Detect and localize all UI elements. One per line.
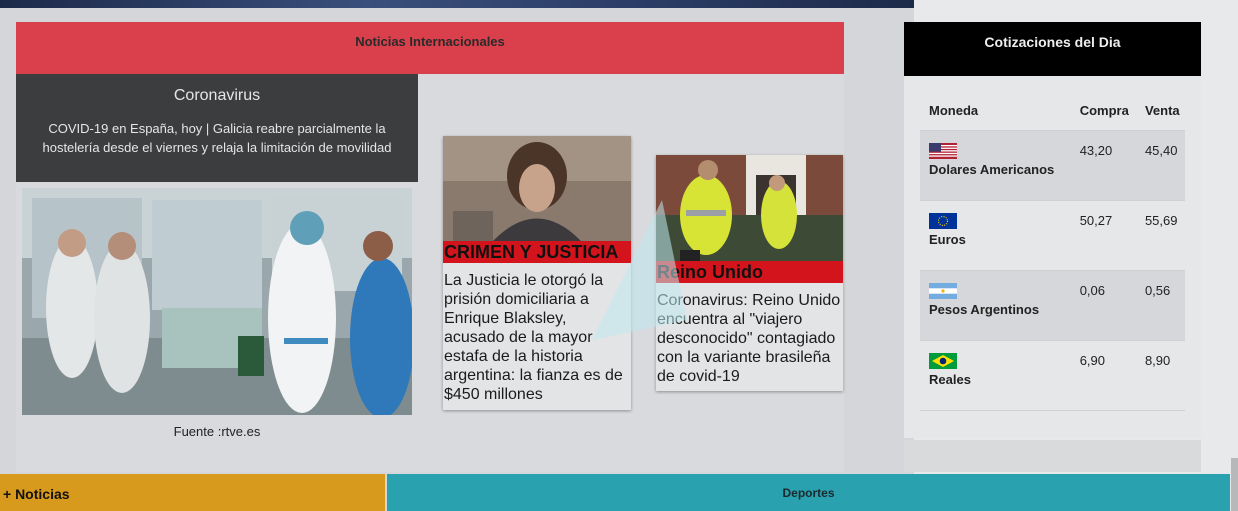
br-flag-icon xyxy=(929,352,957,369)
quotes-title: Cotizaciones del Dia xyxy=(984,34,1121,50)
buy-cell: 43,20 xyxy=(1070,130,1136,201)
sell-cell: 0,56 xyxy=(1135,270,1185,341)
quotes-table-header-row: Moneda Compra Venta xyxy=(920,92,1185,131)
buy-cell: 0,06 xyxy=(1070,270,1136,341)
currency-cell: Reales xyxy=(920,340,1071,411)
table-row: Pesos Argentinos 0,06 0,56 xyxy=(920,270,1185,341)
currency-cell: Pesos Argentinos xyxy=(920,270,1071,341)
quotes-header: Cotizaciones del Dia xyxy=(904,22,1201,76)
feature-article-image[interactable] xyxy=(22,188,412,415)
currency-name: Dolares Americanos xyxy=(929,161,1055,177)
column-header-currency: Moneda xyxy=(920,92,1071,131)
feature-source-label: Fuente :rtve.es xyxy=(173,424,261,439)
more-news-button[interactable]: + Noticias xyxy=(0,474,385,511)
header-banner-strip xyxy=(0,0,914,8)
currency-name: Euros xyxy=(929,231,966,247)
table-row: Euros 50,27 55,69 xyxy=(920,200,1185,271)
sports-button[interactable]: Deportes xyxy=(387,474,1230,511)
quotes-table: Moneda Compra Venta Dolares Americanos 4… xyxy=(920,92,1185,411)
scrollbar-thumb[interactable] xyxy=(1231,458,1238,511)
quotes-panel: Cotizaciones del Dia Moneda Compra Venta xyxy=(904,22,1201,438)
sell-cell: 55,69 xyxy=(1135,200,1185,271)
sell-cell: 45,40 xyxy=(1135,130,1185,201)
decorative-overlay xyxy=(592,200,687,340)
currency-name: Pesos Argentinos xyxy=(929,301,1040,317)
us-flag-icon xyxy=(929,142,957,159)
column-header-buy: Compra xyxy=(1070,92,1136,131)
buy-cell: 6,90 xyxy=(1070,340,1136,411)
feature-article-title[interactable]: Coronavirus xyxy=(16,87,418,105)
news-section-title: Noticias Internacionales xyxy=(355,34,505,49)
column-header-sell: Venta xyxy=(1135,92,1185,131)
eu-flag-icon xyxy=(929,212,957,229)
currency-cell: Dolares Americanos xyxy=(920,130,1071,201)
buy-cell: 50,27 xyxy=(1070,200,1136,271)
news-section-header: Noticias Internacionales xyxy=(16,22,844,74)
currency-cell: Euros xyxy=(920,200,1071,271)
currency-name: Reales xyxy=(929,371,971,387)
ar-flag-icon xyxy=(929,282,957,299)
table-row: Dolares Americanos 43,20 45,40 xyxy=(920,130,1185,201)
quotes-panel-footer xyxy=(904,440,1201,472)
feature-article-box[interactable]: Coronavirus COVID-19 en España, hoy | Ga… xyxy=(16,74,418,182)
feature-article-description[interactable]: COVID-19 en España, hoy | Galicia reabre… xyxy=(16,119,418,157)
hospital-ward-image xyxy=(22,188,412,415)
sell-cell: 8,90 xyxy=(1135,340,1185,411)
table-row: Reales 6,90 8,90 xyxy=(920,340,1185,411)
news-panel: Noticias Internacionales Coronavirus COV… xyxy=(16,22,844,472)
